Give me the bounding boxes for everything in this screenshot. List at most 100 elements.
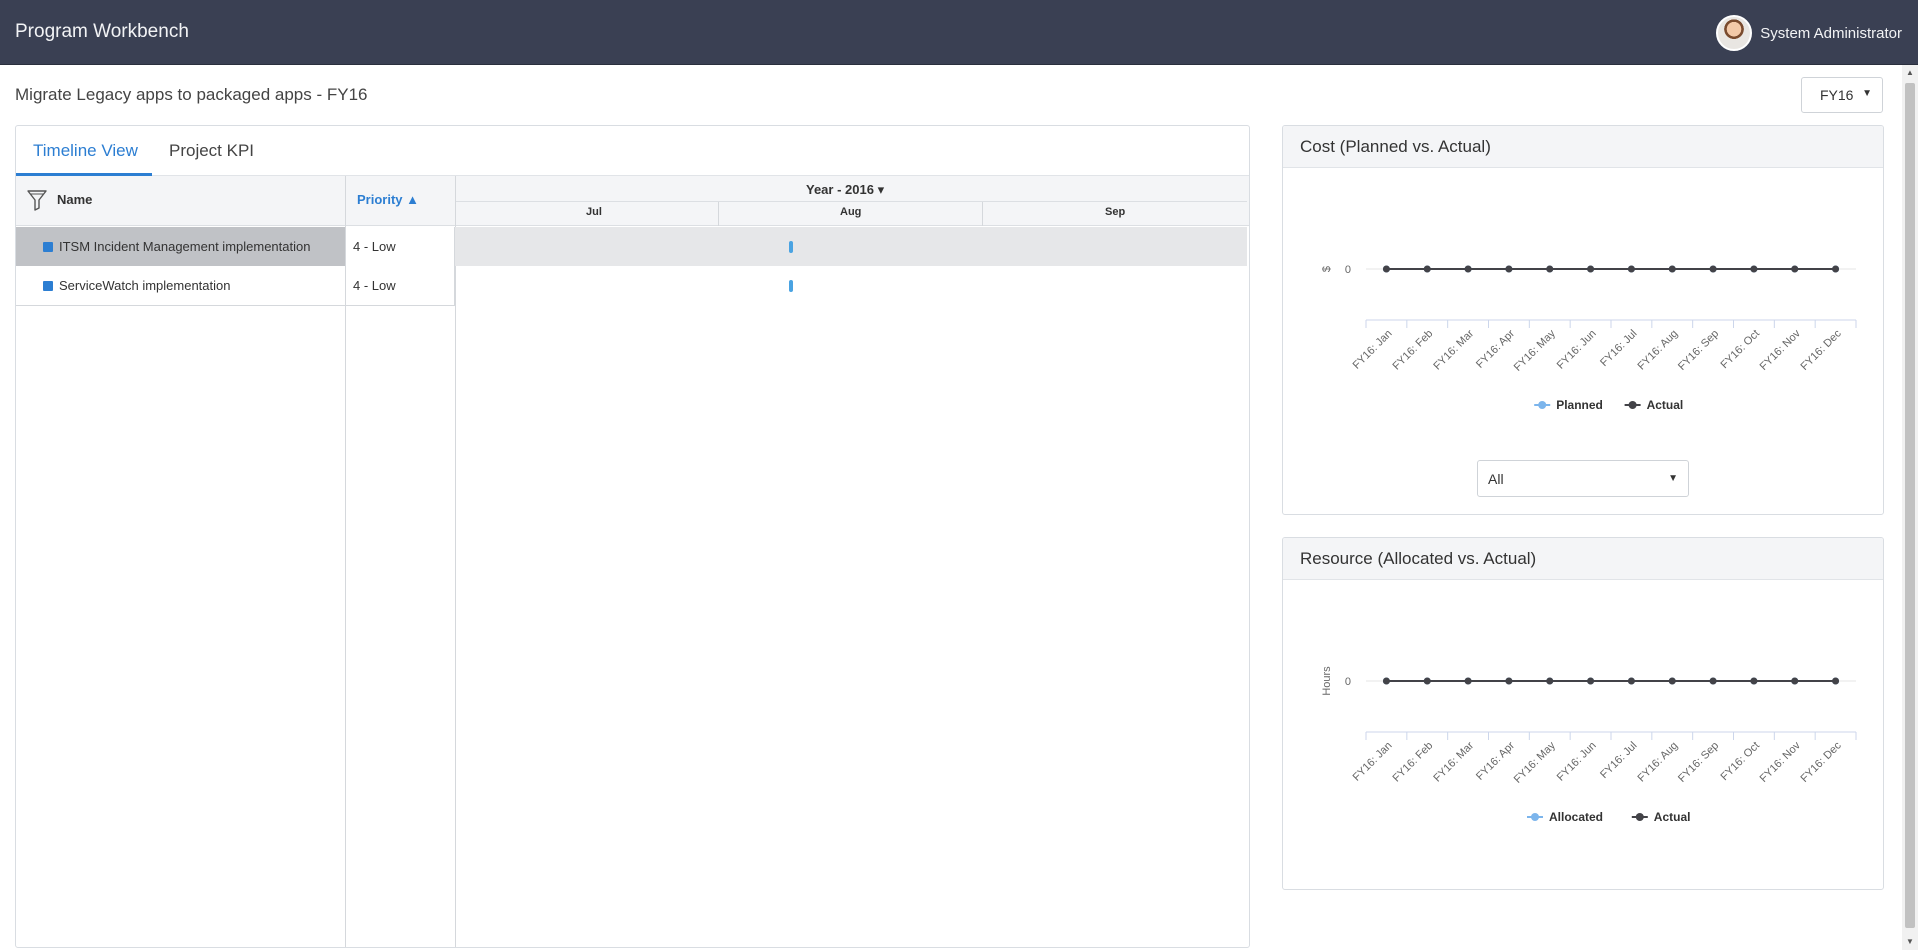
table-row[interactable]: ITSM Incident Management implementation …: [16, 227, 1247, 266]
priority-cell[interactable]: 4 - Low: [345, 266, 455, 305]
timeline-header-divider: [455, 201, 1247, 202]
data-point-actual: [1423, 265, 1431, 273]
legend-swatch-marker: [1635, 813, 1644, 821]
x-tick-label: FY16: Jan: [1351, 740, 1395, 784]
project-color-marker: [43, 281, 53, 291]
x-tick-label: FY16: Nov: [1758, 327, 1804, 373]
fiscal-year-select[interactable]: FY16 ▼: [1801, 77, 1883, 113]
column-header-priority[interactable]: Priority ▲: [357, 192, 419, 207]
x-tick-label: FY16: Oct: [1719, 328, 1763, 372]
x-tick-label: FY16: Jul: [1598, 328, 1639, 369]
timeline-year-label: Year - 2016: [806, 182, 874, 197]
timeline-year-header[interactable]: Year - 2016 ▾: [806, 182, 884, 198]
legend-swatch-marker: [1628, 401, 1637, 409]
x-tick-label: FY16: Aug: [1636, 740, 1681, 785]
tab-project-kpi[interactable]: Project KPI: [169, 141, 254, 161]
month-label: Jul: [586, 206, 602, 218]
data-point-actual: [1627, 265, 1635, 273]
top-header-bar: Program Workbench System Administrator: [0, 0, 1918, 65]
cost-chart-title: Cost (Planned vs. Actual): [1300, 137, 1491, 156]
data-point-actual: [1709, 265, 1717, 273]
page-title: Migrate Legacy apps to packaged apps - F…: [15, 85, 368, 104]
scrollbar-thumb[interactable]: [1905, 83, 1915, 928]
resource-chart-title: Resource (Allocated vs. Actual): [1300, 549, 1537, 568]
data-point-actual: [1627, 677, 1635, 685]
cost-filter-select[interactable]: All ▼: [1477, 460, 1689, 497]
timeline-cell: [455, 266, 1247, 305]
priority-value: 4 - Low: [353, 278, 396, 293]
month-divider: [718, 202, 719, 226]
panel-header: Resource (Allocated vs. Actual): [1283, 538, 1883, 580]
filter-funnel-icon[interactable]: [27, 189, 47, 211]
data-point-actual: [1709, 677, 1717, 685]
legend-item-label: Actual: [1654, 810, 1691, 824]
data-point-actual: [1505, 265, 1513, 273]
page-scrollbar[interactable]: ▲ ▼: [1902, 65, 1918, 950]
y-tick-label: 0: [1345, 676, 1351, 688]
column-header-name[interactable]: Name: [57, 192, 92, 207]
legend-item-label: Allocated: [1549, 810, 1603, 824]
x-tick-label: FY16: May: [1512, 739, 1558, 785]
data-point-actual: [1546, 265, 1554, 273]
data-point-actual: [1587, 265, 1595, 273]
legend-item-label: Actual: [1647, 398, 1684, 412]
y-axis-label: Hours: [1321, 666, 1333, 696]
data-point-actual: [1382, 265, 1390, 273]
cost-chart-panel: Cost (Planned vs. Actual) $0 FY16: Jan FY1…: [1282, 125, 1884, 515]
legend-item-label: Planned: [1556, 398, 1603, 412]
chevron-down-icon: ▼: [1668, 473, 1678, 484]
data-point-actual: [1464, 265, 1472, 273]
data-point-actual: [1668, 677, 1676, 685]
project-name[interactable]: ITSM Incident Management implementation: [59, 239, 310, 254]
month-divider: [982, 202, 983, 226]
gantt-bar[interactable]: [789, 280, 793, 292]
panel-header: Cost (Planned vs. Actual): [1283, 126, 1883, 168]
app-title: Program Workbench: [15, 21, 189, 42]
data-point-actual: [1791, 265, 1799, 273]
resource-chart-panel: Resource (Allocated vs. Actual) Hours 0 FY…: [1282, 537, 1884, 890]
x-tick-label: FY16: Sep: [1676, 328, 1721, 373]
x-tick-label: FY16: Dec: [1798, 739, 1844, 785]
x-tick-label: FY16: Dec: [1798, 327, 1844, 373]
timeline-panel: Timeline View Project KPI Name Priority …: [15, 125, 1250, 948]
user-menu[interactable]: System Administrator: [1716, 14, 1902, 52]
table-row[interactable]: ServiceWatch implementation 4 - Low: [16, 266, 1246, 305]
name-cell[interactable]: ITSM Incident Management implementation: [16, 227, 345, 266]
sort-ascending-icon: ▲: [406, 192, 420, 207]
scroll-down-icon[interactable]: ▼: [1902, 934, 1918, 950]
gantt-bar[interactable]: [789, 241, 793, 253]
priority-cell[interactable]: 4 - Low: [345, 227, 455, 266]
data-point-actual: [1750, 677, 1758, 685]
cost-filter-value: All: [1488, 471, 1504, 487]
project-name[interactable]: ServiceWatch implementation: [59, 278, 230, 293]
tab-timeline-view[interactable]: Timeline View: [33, 141, 138, 161]
priority-header-label: Priority: [357, 192, 403, 207]
y-tick-label: 0: [1345, 264, 1351, 276]
name-cell[interactable]: ServiceWatch implementation: [16, 266, 345, 305]
x-tick-label: FY16: Jan: [1351, 328, 1395, 372]
chevron-down-icon: ▼: [1862, 88, 1872, 99]
data-point-actual: [1464, 677, 1472, 685]
view-tabs: Timeline View Project KPI: [16, 126, 1249, 176]
x-tick-label: FY16: Jun: [1555, 740, 1599, 784]
month-label: Sep: [1105, 206, 1126, 218]
y-axis-label: $: [1321, 266, 1333, 272]
avatar[interactable]: [1716, 15, 1753, 51]
project-color-marker: [43, 242, 53, 252]
x-tick-label: FY16: Mar: [1431, 739, 1476, 784]
user-name[interactable]: System Administrator: [1760, 25, 1902, 42]
x-tick-label: FY16: Aug: [1636, 328, 1681, 373]
data-point-actual: [1750, 265, 1758, 273]
rows-bottom-border: [16, 305, 455, 306]
x-tick-label: FY16: Sep: [1676, 740, 1721, 785]
scroll-up-icon[interactable]: ▲: [1902, 65, 1918, 81]
x-tick-label: FY16: Jul: [1598, 740, 1639, 781]
data-point-actual: [1791, 677, 1799, 685]
x-tick-label: FY16: May: [1512, 327, 1558, 373]
data-point-actual: [1587, 677, 1595, 685]
x-tick-label: FY16: Apr: [1474, 327, 1517, 370]
x-tick-label: FY16: Nov: [1758, 739, 1804, 785]
legend-swatch-marker: [1531, 813, 1539, 821]
cost-line-chart: $0FY16: JanFY16: FebFY16: MarFY16: AprFY…: [1321, 264, 1857, 412]
priority-value: 4 - Low: [353, 239, 396, 254]
